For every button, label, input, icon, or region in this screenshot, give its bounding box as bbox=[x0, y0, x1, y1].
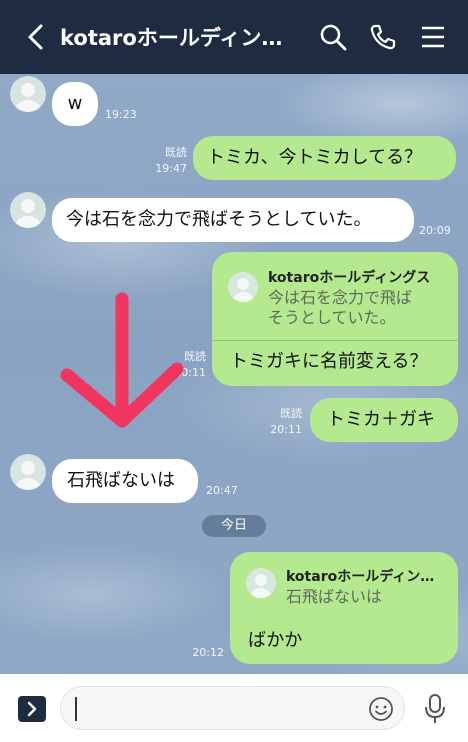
chat-title[interactable]: kotaroホールディング… bbox=[60, 22, 300, 54]
quoted-avatar bbox=[228, 272, 258, 302]
read-receipt: 既読 bbox=[165, 146, 187, 159]
annotation-arrow-icon bbox=[60, 292, 184, 428]
emoji-icon[interactable] bbox=[368, 696, 394, 722]
message-input-bar bbox=[0, 674, 468, 742]
message-time: 20:11 bbox=[270, 423, 302, 436]
quoted-text: 石飛ばないは bbox=[286, 587, 383, 606]
message-time: 19:47 bbox=[155, 162, 187, 175]
quote-divider bbox=[212, 340, 458, 341]
expand-button[interactable] bbox=[18, 696, 46, 722]
quoted-avatar bbox=[246, 568, 276, 598]
quoted-sender: kotaroホールディン… bbox=[286, 569, 435, 585]
message-input[interactable] bbox=[60, 686, 405, 730]
message-time: 20:09 bbox=[419, 224, 451, 237]
avatar[interactable] bbox=[10, 454, 46, 490]
message-bubble[interactable]: トミカ、今トミカしてる？ bbox=[193, 136, 456, 180]
message-time: 20:47 bbox=[206, 484, 238, 497]
avatar[interactable] bbox=[10, 192, 46, 228]
reply-text: ばかか bbox=[248, 630, 303, 651]
chat-area[interactable]: w 19:23 既読 19:47 トミカ、今トミカしてる？ 今は石を念力で飛ばそ… bbox=[0, 74, 468, 674]
date-divider: 今日 bbox=[202, 515, 266, 537]
reply-message-bubble[interactable]: kotaroホールディン… 石飛ばないは ばかか bbox=[230, 552, 458, 664]
avatar[interactable] bbox=[10, 76, 46, 112]
message-time: 20:12 bbox=[192, 646, 224, 659]
message-time: 19:23 bbox=[105, 108, 137, 121]
chat-header: kotaroホールディング… bbox=[0, 0, 468, 74]
menu-icon[interactable] bbox=[418, 22, 448, 52]
phone-icon[interactable] bbox=[368, 22, 398, 52]
message-bubble[interactable]: 今は石を念力で飛ばそうとしていた。 bbox=[52, 198, 414, 242]
message-bubble[interactable]: 石飛ばないは bbox=[52, 459, 198, 503]
reply-message-bubble[interactable]: kotaroホールディングス 今は石を念力で飛ば そうとしていた。 トミガキに名… bbox=[212, 252, 458, 386]
microphone-icon[interactable] bbox=[424, 693, 446, 725]
message-bubble[interactable]: w bbox=[52, 82, 98, 126]
expand-icon bbox=[27, 701, 37, 717]
message-bubble[interactable]: トミカ＋ガキ bbox=[310, 398, 458, 442]
search-icon[interactable] bbox=[318, 22, 348, 52]
text-caret bbox=[75, 697, 77, 721]
reply-text: トミガキに名前変える？ bbox=[230, 351, 428, 372]
read-receipt: 既読 bbox=[280, 407, 302, 420]
quoted-sender: kotaroホールディングス bbox=[268, 270, 431, 286]
back-icon[interactable] bbox=[22, 22, 50, 52]
quoted-text: そうとしていた。 bbox=[268, 308, 396, 327]
quoted-text: 今は石を念力で飛ば bbox=[268, 288, 413, 307]
